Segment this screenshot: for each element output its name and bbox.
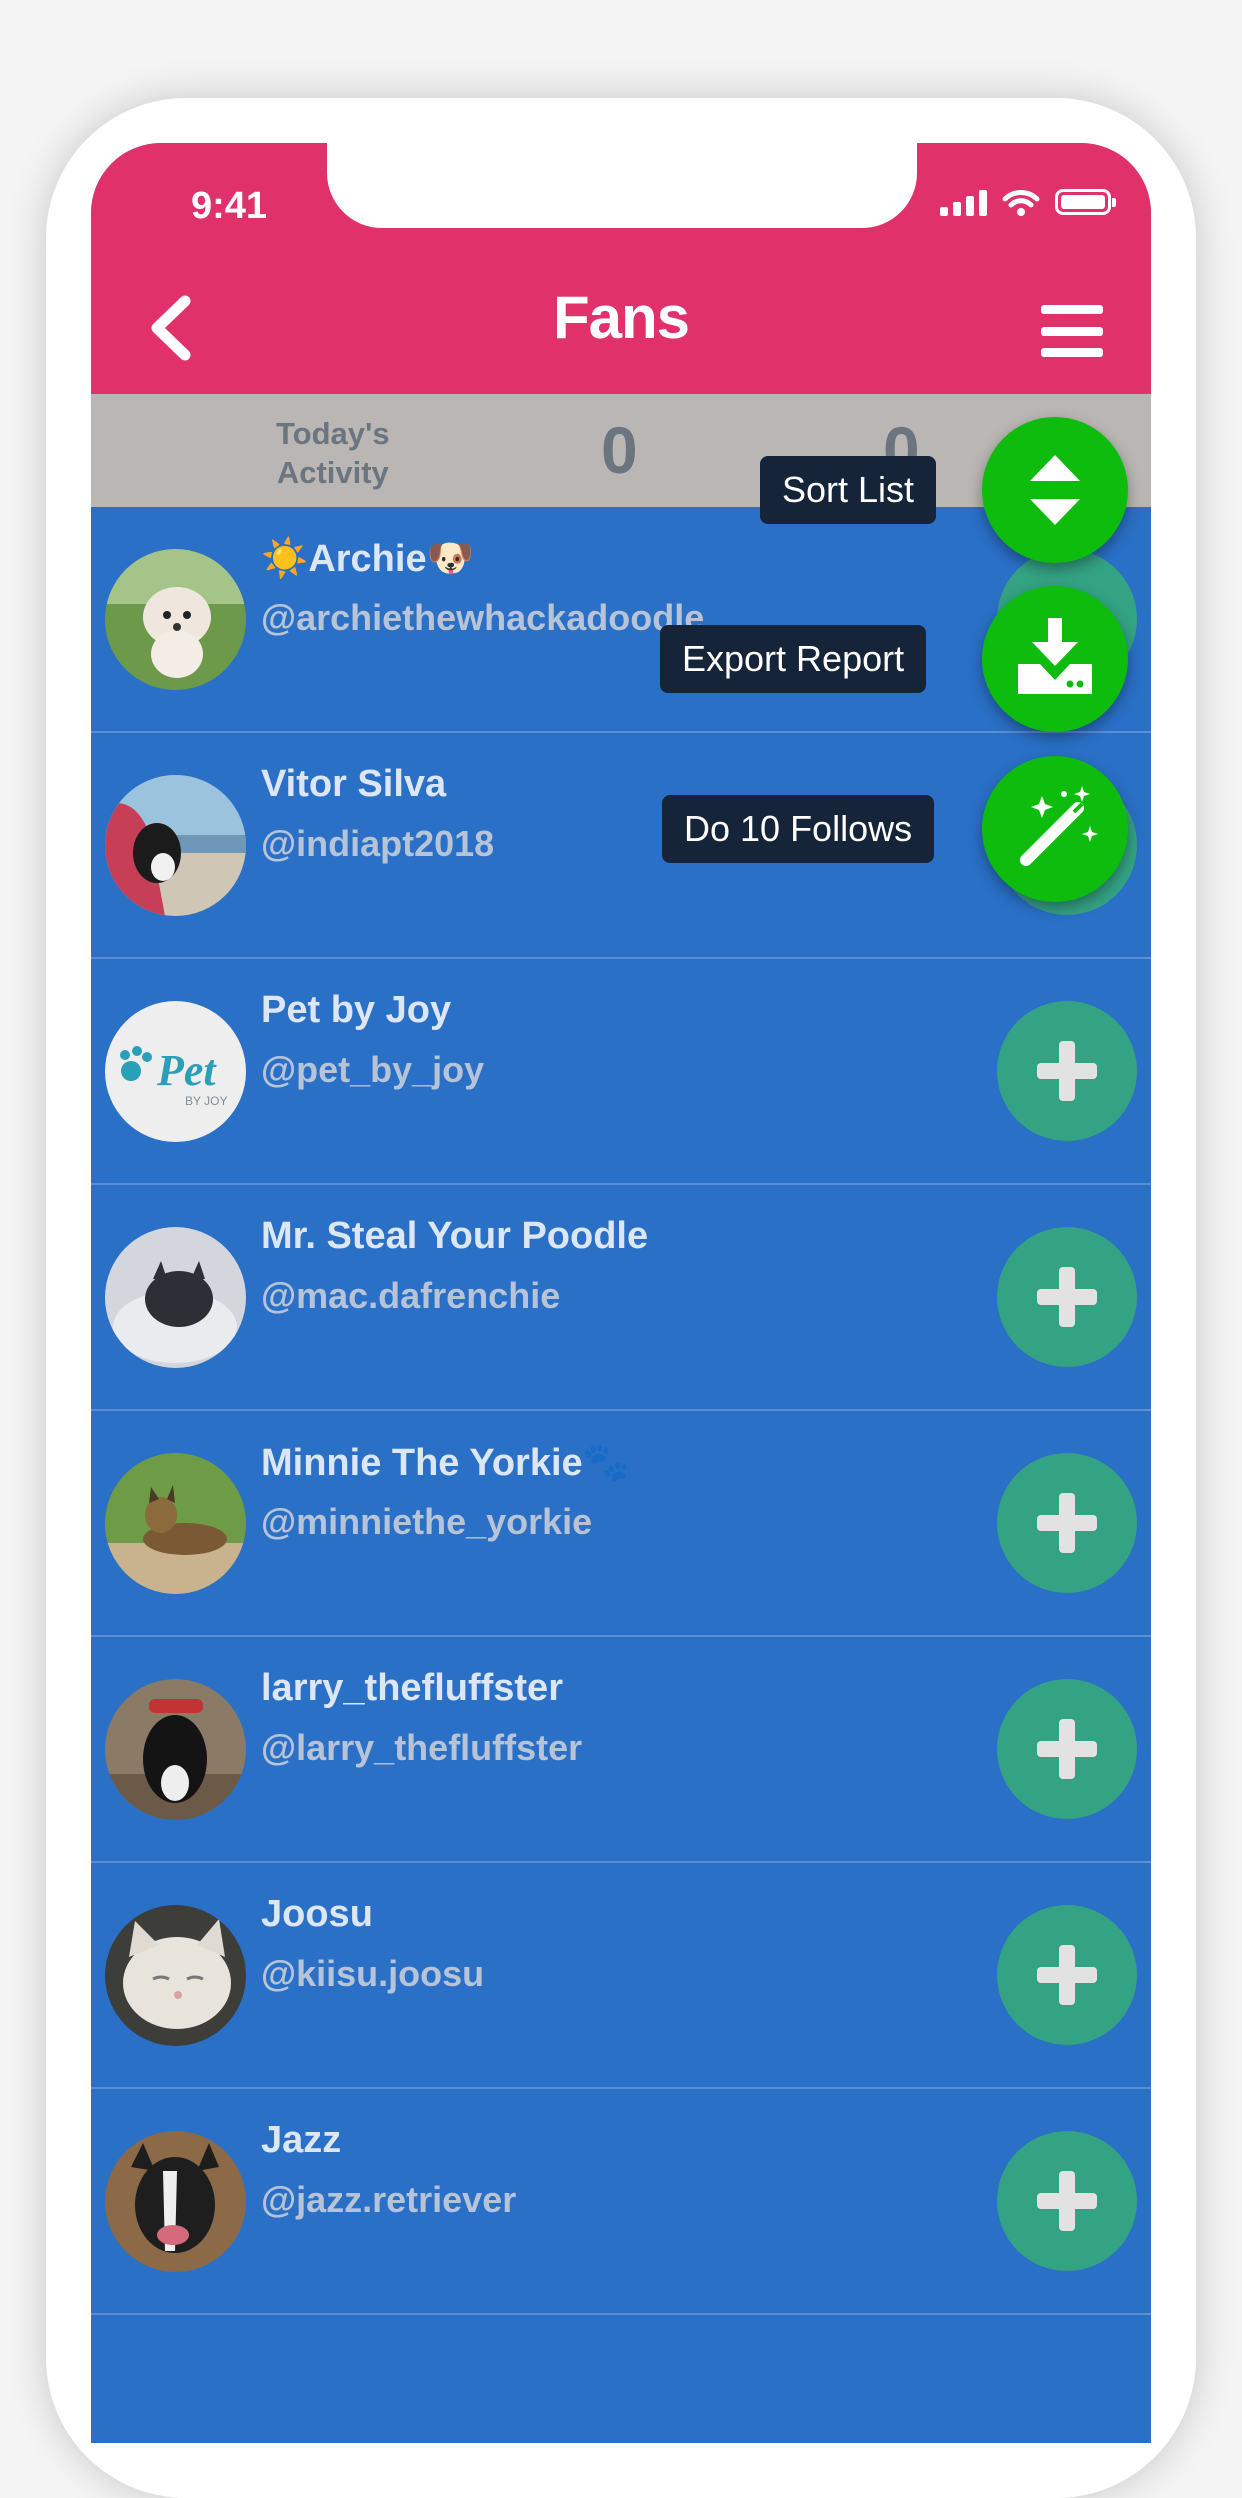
download-icon — [1018, 618, 1092, 694]
avatar-logo-text: Pet — [156, 1046, 217, 1095]
fan-name: Pet by Joy — [261, 989, 452, 1031]
device-notch — [327, 143, 917, 228]
fan-name: larry_thefluffster — [261, 1667, 563, 1709]
fan-handle: @mac.dafrenchie — [261, 1275, 561, 1316]
avatar — [105, 1453, 246, 1594]
fan-name: Mr. Steal Your Poodle — [261, 1215, 649, 1257]
fan-name: ☀️Archie🐶 — [261, 538, 474, 580]
follow-button[interactable] — [997, 1453, 1137, 1593]
fan-name: Vitor Silva — [261, 763, 447, 805]
follow-button[interactable] — [997, 1001, 1137, 1141]
header-bar: 9:41 Fans — [91, 143, 1151, 394]
battery-icon — [1055, 189, 1116, 215]
avatar — [105, 1905, 246, 2046]
fan-handle: @larry_thefluffster — [261, 1727, 583, 1768]
follow-button[interactable] — [997, 1679, 1137, 1819]
sort-icon — [1030, 455, 1080, 525]
activity-label-line2: Activity — [276, 455, 389, 490]
sort-list-tooltip[interactable]: Sort List — [760, 456, 937, 524]
fan-name: Jazz — [261, 2119, 342, 2161]
list-item[interactable]: Pet BY JOY Pet by Joy @pet_by_joy — [91, 959, 1151, 1185]
list-item[interactable]: Jazz @jazz.retriever — [91, 2089, 1151, 2315]
avatar — [105, 2131, 246, 2272]
avatar: Pet BY JOY — [105, 1001, 246, 1142]
avatar — [105, 775, 246, 916]
export-report-tooltip[interactable]: Export Report — [660, 625, 927, 693]
follow-button[interactable] — [997, 1905, 1137, 2045]
list-item[interactable]: Minnie The Yorkie🐾 @minniethe_yorkie — [91, 1411, 1151, 1637]
sort-list-button[interactable] — [982, 417, 1128, 563]
activity-label: Today's Activity — [276, 414, 390, 492]
fan-name: Joosu — [261, 1893, 373, 1935]
fan-handle: @kiisu.joosu — [261, 1953, 485, 1994]
list-item[interactable]: Mr. Steal Your Poodle @mac.dafrenchie — [91, 1185, 1151, 1411]
magic-wand-icon — [1020, 786, 1098, 866]
fan-handle: @pet_by_joy — [261, 1049, 485, 1090]
status-time: 9:41 — [191, 185, 268, 227]
cellular-signal-icon — [940, 188, 987, 216]
avatar — [105, 1227, 246, 1368]
avatar-logo-subtext: BY JOY — [185, 1094, 227, 1108]
status-icons — [940, 187, 1116, 217]
activity-label-line1: Today's — [276, 416, 390, 451]
avatar — [105, 549, 246, 690]
fan-handle: @jazz.retriever — [261, 2179, 517, 2220]
follow-button[interactable] — [997, 2131, 1137, 2271]
wifi-icon — [1002, 190, 1040, 216]
follow-button[interactable] — [997, 1227, 1137, 1367]
do-10-follows-tooltip[interactable]: Do 10 Follows — [662, 795, 935, 863]
page-title: Fans — [552, 284, 690, 351]
do-10-follows-button[interactable] — [982, 756, 1128, 902]
export-report-button[interactable] — [982, 586, 1128, 732]
activity-count-1: 0 — [601, 413, 638, 487]
fan-handle: @minniethe_yorkie — [261, 1501, 593, 1542]
avatar — [105, 1679, 246, 1820]
list-item[interactable]: Joosu @kiisu.joosu — [91, 1863, 1151, 2089]
fan-name: Minnie The Yorkie🐾 — [261, 1442, 630, 1484]
fan-handle: @indiapt2018 — [261, 823, 495, 864]
fan-handle: @archiethewhackadoodle — [261, 597, 705, 638]
hamburger-menu-icon[interactable] — [1041, 305, 1103, 357]
list-item[interactable]: larry_thefluffster @larry_thefluffster — [91, 1637, 1151, 1863]
